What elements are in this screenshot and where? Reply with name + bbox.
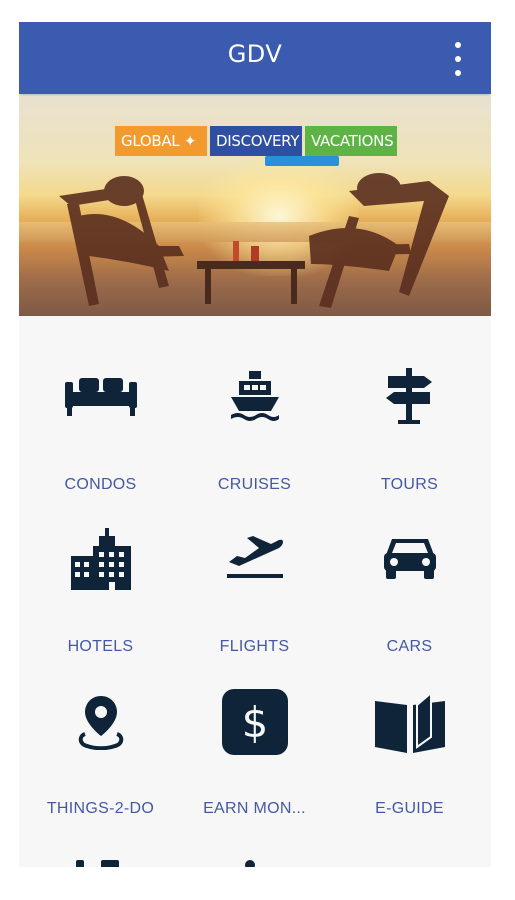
menu-item-cars[interactable]: CARS bbox=[331, 518, 488, 658]
menu-item-earn-money[interactable]: $ EARN MON... bbox=[176, 682, 333, 822]
logo-tagline bbox=[265, 156, 339, 166]
menu-item-label: FLIGHTS bbox=[219, 638, 290, 655]
logo-discovery: DISCOVERY bbox=[210, 126, 302, 156]
gdv-logo: GLOBAL ✦ DISCOVERY VACATIONS bbox=[115, 126, 397, 156]
menu-item-label: EARN MON... bbox=[203, 800, 306, 817]
menu-item-tours[interactable]: TOURS bbox=[331, 356, 488, 496]
ship-icon bbox=[176, 356, 333, 436]
menu-item-cruises[interactable]: CRUISES bbox=[176, 356, 333, 496]
menu-item-hotels[interactable]: HOTELS bbox=[22, 518, 179, 658]
next-row-icon-partial bbox=[101, 860, 119, 867]
menu-item-e-guide[interactable]: E-GUIDE bbox=[331, 682, 488, 822]
menu-item-label: CONDOS bbox=[64, 476, 137, 493]
logo-vacations: VACATIONS bbox=[305, 126, 397, 156]
menu-item-condos[interactable]: CONDOS bbox=[22, 356, 179, 496]
next-row-icon-partial bbox=[76, 860, 84, 867]
next-row-icon-partial bbox=[245, 860, 255, 867]
app-screen: GDV GLOBAL ✦ DISCOVERY VACATIONS CONDOS … bbox=[19, 22, 491, 867]
location-pin-icon bbox=[22, 682, 179, 762]
menu-item-flights[interactable]: FLIGHTS bbox=[176, 518, 333, 658]
book-icon bbox=[331, 682, 488, 762]
app-bar: GDV bbox=[19, 22, 491, 94]
logo-global: GLOBAL ✦ bbox=[115, 126, 207, 156]
menu-item-label: CRUISES bbox=[217, 476, 292, 493]
menu-item-label: HOTELS bbox=[67, 638, 134, 655]
menu-item-label: E-GUIDE bbox=[375, 800, 444, 817]
menu-item-label: THINGS-2-DO bbox=[46, 800, 155, 817]
sofa-icon bbox=[22, 356, 179, 436]
car-icon bbox=[331, 518, 488, 598]
dollar-icon: $ bbox=[176, 682, 333, 762]
app-title: GDV bbox=[227, 40, 283, 68]
menu-item-label: CARS bbox=[386, 638, 433, 655]
banner-image: GLOBAL ✦ DISCOVERY VACATIONS bbox=[19, 96, 491, 316]
svg-text:$: $ bbox=[241, 698, 268, 747]
more-vert-icon[interactable] bbox=[451, 42, 465, 76]
building-icon bbox=[22, 518, 179, 598]
menu-item-things-2-do[interactable]: THINGS-2-DO bbox=[22, 682, 179, 822]
menu-item-label: TOURS bbox=[380, 476, 439, 493]
signpost-icon bbox=[331, 356, 488, 436]
plane-departure-icon bbox=[176, 518, 333, 598]
